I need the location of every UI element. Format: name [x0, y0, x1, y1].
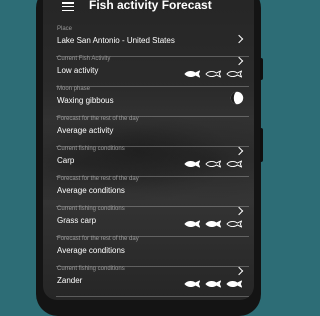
- forecast-label: Forecast for the rest of the day: [57, 236, 139, 242]
- app-bar: Fish activity Forecast: [43, 0, 254, 14]
- fish-outline-icon: [226, 220, 243, 228]
- fish-filled-icon: [184, 70, 201, 78]
- fish-outline-icon: [226, 70, 243, 78]
- fish-outline-icon: [205, 160, 222, 168]
- forecast-value: Average activity: [57, 126, 114, 135]
- moon-phase-row: Moon phase Waxing gibbous: [56, 86, 249, 117]
- fishing-rating: [184, 220, 243, 228]
- species-name: Grass carp: [57, 216, 97, 225]
- forecast-value: Average conditions: [57, 246, 125, 255]
- forecast-label: Forecast for the rest of the day: [57, 116, 139, 122]
- fish-filled-icon: [184, 220, 201, 228]
- forecast-row: Forecast for the rest of the day Average…: [56, 116, 249, 147]
- fish-filled-icon: [226, 280, 243, 288]
- fishing-rating: [184, 160, 243, 168]
- conditions-label: Current fishing conditions: [57, 266, 125, 272]
- current-activity-label: Current Fish Activity: [57, 56, 111, 62]
- current-activity-row[interactable]: Current Fish Activity Low activity: [56, 56, 249, 87]
- chevron-right-icon: [234, 34, 244, 44]
- activity-rating: [184, 70, 243, 78]
- species-name: Zander: [57, 276, 83, 285]
- fish-filled-icon: [205, 280, 222, 288]
- fishing-rating: [184, 280, 243, 288]
- species-forecast-row: Forecast for the rest of the day Average…: [56, 236, 249, 267]
- place-label: Place: [57, 26, 73, 32]
- conditions-label: Current fishing conditions: [57, 206, 125, 212]
- moon-phase-value: Waxing gibbous: [57, 96, 114, 105]
- chevron-right-icon: [234, 56, 244, 66]
- chevron-right-icon: [234, 146, 244, 156]
- conditions-label: Current fishing conditions: [57, 146, 125, 152]
- page-title: Fish activity Forecast: [89, 0, 212, 12]
- species-row-grass-carp[interactable]: Current fishing conditions Grass carp: [56, 206, 249, 237]
- forecast-value: Average conditions: [57, 186, 125, 195]
- fish-outline-icon: [226, 160, 243, 168]
- fish-outline-icon: [205, 70, 222, 78]
- fish-filled-icon: [205, 220, 222, 228]
- species-forecast-row: Forecast for the rest of the day Average…: [56, 176, 249, 207]
- species-name: Carp: [57, 156, 75, 165]
- current-activity-value: Low activity: [57, 66, 99, 75]
- volume-button: [260, 58, 263, 80]
- moon-phase-label: Moon phase: [57, 86, 91, 92]
- waxing-gibbous-moon-icon: [230, 91, 244, 105]
- chevron-right-icon: [234, 266, 244, 276]
- power-button: [260, 128, 263, 162]
- species-row-carp[interactable]: Current fishing conditions Carp: [56, 146, 249, 177]
- forecast-label: Forecast for the rest of the day: [57, 176, 139, 182]
- fish-filled-icon: [184, 280, 201, 288]
- app-screen: Fish activity Forecast Place Lake San An…: [43, 0, 254, 300]
- place-value: Lake San Antonio - United States: [57, 36, 175, 45]
- species-row-zander[interactable]: Current fishing conditions Zander: [56, 266, 249, 297]
- fish-filled-icon: [184, 160, 201, 168]
- chevron-right-icon: [234, 206, 244, 216]
- hamburger-menu-icon[interactable]: [62, 2, 74, 12]
- place-row[interactable]: Place Lake San Antonio - United States: [56, 26, 249, 57]
